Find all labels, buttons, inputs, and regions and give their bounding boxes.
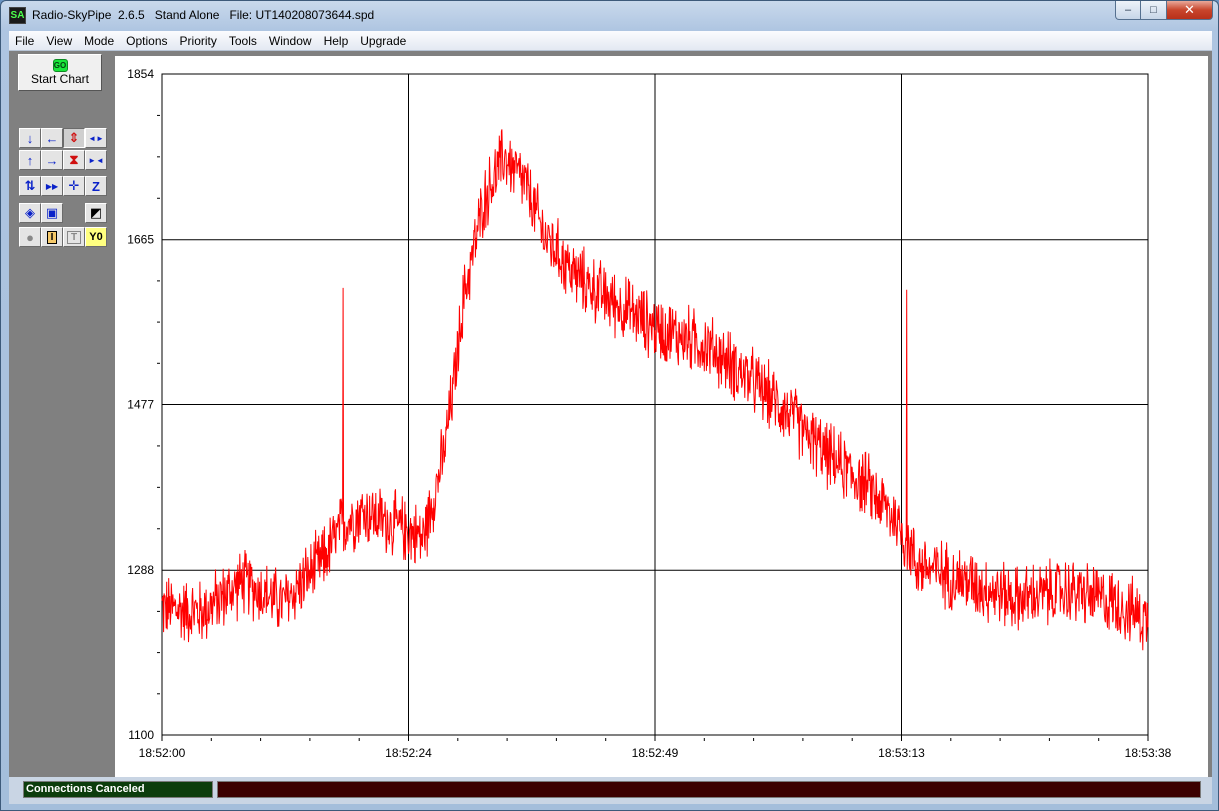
expand-vertical-icon: ⇕ <box>68 130 80 145</box>
x-tick-label: 18:52:24 <box>385 746 432 760</box>
zoom-box-button[interactable]: Z <box>85 176 107 196</box>
refresh-icon: ⇅ <box>24 178 36 193</box>
arrow-right-icon: → <box>45 152 59 168</box>
x-tick-label: 18:52:49 <box>632 746 679 760</box>
compress-vertical-icon: ⧗ <box>69 152 79 167</box>
menu-window[interactable]: Window <box>263 31 318 51</box>
menu-file[interactable]: File <box>9 31 40 51</box>
menu-view[interactable]: View <box>40 31 78 51</box>
x-tick-label: 18:53:13 <box>878 746 925 760</box>
go-icon: GO <box>52 59 68 72</box>
info-icon: I <box>46 230 58 244</box>
status-bar: Connections Canceled <box>9 777 1212 804</box>
compress-vertical-button[interactable]: ⧗ <box>63 150 85 170</box>
crosshair-icon: ✛ <box>68 178 80 193</box>
arrow-left-button[interactable]: ← <box>41 128 63 148</box>
x-tick-label: 18:52:00 <box>139 746 186 760</box>
connection-status: Connections Canceled <box>23 781 213 798</box>
x-tick-label: 18:53:38 <box>1125 746 1172 760</box>
window-controls: – □ ✕ <box>1115 1 1213 20</box>
y-tick-label: 1854 <box>127 67 154 81</box>
close-icon: ✕ <box>1184 2 1195 17</box>
menu-help[interactable]: Help <box>318 31 355 51</box>
strip-chart[interactable]: 1854 1665 1477 1288 1100 18:52:00 18:52:24 18:5… <box>115 56 1208 777</box>
app-window: SA Radio-SkyPipe 2.6.5 Stand Alone File:… <box>0 0 1219 811</box>
text-icon: T <box>66 230 82 244</box>
y-zero-icon: Y0 <box>89 231 103 243</box>
text-button[interactable]: T <box>63 227 85 247</box>
arrow-up-icon: ↑ <box>26 152 34 168</box>
y-zero-button[interactable]: Y0 <box>85 227 107 247</box>
y-tick-label: 1288 <box>127 563 154 577</box>
record-icon: ● <box>26 229 34 245</box>
toolbar-row: ↓ ← ⇕ ◄► <box>19 128 107 148</box>
maximize-icon: □ <box>1150 4 1157 16</box>
chart-edit-button[interactable]: ◩ <box>85 203 107 223</box>
menu-bar: File View Mode Options Priority Tools Wi… <box>9 31 1212 51</box>
minimize-icon: – <box>1124 4 1132 16</box>
arrow-right-button[interactable]: → <box>41 150 63 170</box>
fast-forward-icon: ▶▶ <box>45 181 59 191</box>
toolbar-row: ↑ → ⧗ ►◄ <box>19 150 107 170</box>
compress-horizontal-button[interactable]: ►◄ <box>85 150 107 170</box>
y-tick-label: 1100 <box>128 728 154 742</box>
arrow-down-icon: ↓ <box>26 130 34 146</box>
menu-options[interactable]: Options <box>120 31 173 51</box>
start-chart-button[interactable]: GO Start Chart <box>18 54 102 91</box>
expand-horizontal-icon: ◄► <box>88 133 104 143</box>
chart-edit-icon: ◩ <box>89 205 103 220</box>
arrow-up-button[interactable]: ↑ <box>19 150 41 170</box>
toolbar-row: ⇅ ▶▶ ✛ Z <box>19 176 107 196</box>
start-chart-label: Start Chart <box>30 72 90 86</box>
window-title: Radio-SkyPipe 2.6.5 Stand Alone File: UT… <box>32 8 375 22</box>
menu-mode[interactable]: Mode <box>78 31 120 51</box>
toolbar-row: ◈ ▣ ◩ <box>19 203 107 223</box>
select-box-button[interactable]: ▣ <box>41 203 63 223</box>
zoom-box-icon: Z <box>92 178 100 194</box>
refresh-button[interactable]: ⇅ <box>19 176 41 196</box>
title-bar[interactable]: SA Radio-SkyPipe 2.6.5 Stand Alone File:… <box>1 1 1218 31</box>
crosshair-button[interactable]: ✛ <box>63 176 85 196</box>
minimize-button[interactable]: – <box>1115 1 1141 20</box>
client-area: GO Start Chart ↓ ← ⇕ ◄► ↑ → ⧗ ►◄ ⇅ ▶▶ ✛ Z ◈ ▣ ◩ ● I T Y0 1… <box>9 51 1212 777</box>
y-tick-label: 1665 <box>127 233 154 247</box>
menu-upgrade[interactable]: Upgrade <box>354 31 412 51</box>
record-button[interactable]: ● <box>19 227 41 247</box>
arrow-down-button[interactable]: ↓ <box>19 128 41 148</box>
select-box-icon: ▣ <box>45 205 59 220</box>
close-button[interactable]: ✕ <box>1167 1 1213 20</box>
expand-horizontal-button[interactable]: ◄► <box>85 128 107 148</box>
arrow-left-icon: ← <box>45 130 59 146</box>
zoom-fit-button[interactable]: ◈ <box>19 203 41 223</box>
maximize-button[interactable]: □ <box>1141 1 1167 20</box>
fast-forward-button[interactable]: ▶▶ <box>41 176 63 196</box>
status-message-panel <box>217 781 1201 798</box>
chart-panel[interactable]: 1854 1665 1477 1288 1100 18:52:00 18:52:24 18:5… <box>115 56 1208 777</box>
expand-vertical-button[interactable]: ⇕ <box>63 128 85 148</box>
zoom-fit-icon: ◈ <box>25 205 35 220</box>
toolbar-row: ● I T Y0 <box>19 227 107 247</box>
menu-tools[interactable]: Tools <box>223 31 263 51</box>
compress-horizontal-icon: ►◄ <box>88 155 104 165</box>
y-tick-label: 1477 <box>127 398 154 412</box>
menu-priority[interactable]: Priority <box>174 31 223 51</box>
info-button[interactable]: I <box>41 227 63 247</box>
app-icon[interactable]: SA <box>9 7 26 24</box>
